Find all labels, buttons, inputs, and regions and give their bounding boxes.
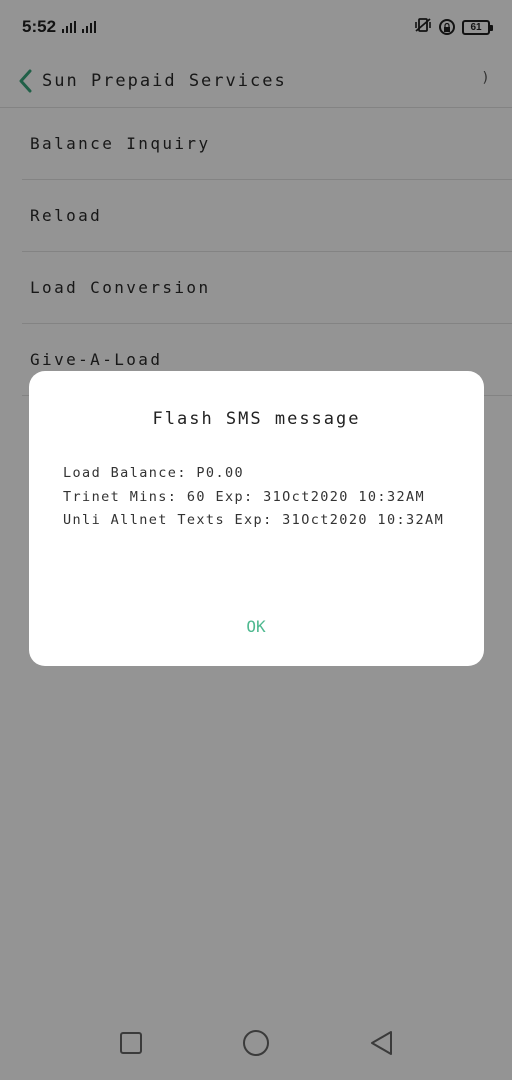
dialog-line-trinet-mins: Trinet Mins: 60 Exp: 31Oct2020 10:32AM [63, 488, 426, 505]
dialog-body: Load Balance: P0.00 Trinet Mins: 60 Exp:… [63, 462, 444, 533]
dialog-line-unli-texts: Unli Allnet Texts Exp: 31Oct2020 10:32AM [63, 512, 445, 528]
dialog-title: Flash SMS message [152, 409, 361, 429]
ok-button[interactable]: OK [206, 608, 306, 644]
flash-sms-dialog: Flash SMS message Load Balance: P0.00 Tr… [29, 371, 484, 666]
dialog-line-load-balance: Load Balance: P0.00 [63, 465, 245, 481]
